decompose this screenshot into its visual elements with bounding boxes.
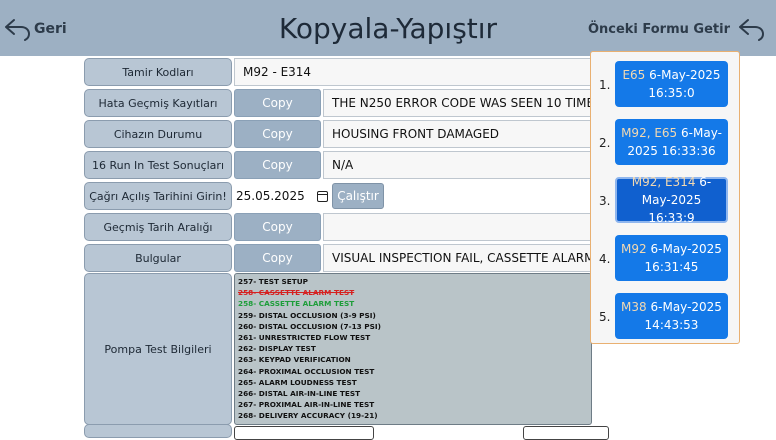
pump-test-item: 262- DISPLAY TEST — [238, 344, 316, 354]
previous-form-time: 16:33:9 — [648, 211, 695, 225]
pump-test-item: 267- PROXIMAL AIR-IN-LINE TEST — [238, 400, 375, 410]
pump-test-label: Pompa Test Bilgileri — [84, 273, 232, 425]
previous-form-date: 6-May-2025 — [650, 242, 722, 256]
previous-form-button[interactable]: M92, E65 6-May-2025 16:33:36 — [615, 119, 728, 165]
previous-form-time: 14:43:53 — [644, 318, 699, 332]
previous-form-label: Önceki Formu Getir — [587, 21, 730, 37]
findings-label: Bulgular — [84, 244, 232, 272]
previous-form-number: 2. — [599, 136, 611, 150]
call-date-input[interactable]: 25.05.2025 — [234, 182, 330, 210]
previous-form-item: 5. M38 6-May-2025 14:43:53 — [591, 293, 741, 341]
previous-form-text: M38 6-May-2025 14:43:53 — [619, 298, 724, 334]
previous-form-text: M92, E65 6-May-2025 16:33:36 — [619, 124, 724, 160]
previous-form-codes: M92 — [621, 242, 647, 256]
findings-copy-button[interactable]: Copy — [234, 244, 321, 272]
previous-form-item: 2. M92, E65 6-May-2025 16:33:36 — [591, 119, 741, 167]
header-bar: Geri Kopyala-Yapıştır Önceki Formu Getir — [0, 0, 776, 56]
repair-codes-label: Tamir Kodları — [84, 58, 232, 86]
previous-form-number: 5. — [599, 310, 611, 324]
previous-form-time: 16:31:45 — [644, 260, 699, 274]
previous-form-codes: E65 — [622, 68, 646, 82]
date-range-copy-button[interactable]: Copy — [234, 213, 321, 241]
pump-test-item: 260- DISTAL OCCLUSION (7-13 PSI) — [238, 321, 381, 331]
previous-form-text: M92 6-May-2025 16:31:45 — [619, 240, 724, 276]
previous-form-text: M92, E314 6-May-2025 16:33:9 — [621, 173, 722, 227]
run-in-test-copy-button[interactable]: Copy — [234, 151, 321, 179]
next-row-select[interactable] — [523, 426, 609, 440]
previous-form-number: 1. — [599, 78, 611, 92]
previous-form-number: 4. — [599, 252, 611, 266]
pump-test-item: 268- DELIVERY ACCURACY (19-21) — [238, 411, 378, 421]
previous-forms-panel: 1. E65 6-May-2025 16:35:0 2. M92, E65 6-May… — [590, 51, 740, 344]
previous-form-time: 16:33:36 — [661, 144, 716, 158]
device-status-copy-button[interactable]: Copy — [234, 120, 321, 148]
previous-form-item: 3. M92, E314 6-May-2025 16:33:9 — [591, 175, 741, 225]
run-in-test-label: 16 Run In Test Sonuçları — [84, 151, 232, 179]
previous-form-button[interactable]: M92, E314 6-May-2025 16:33:9 — [615, 175, 728, 225]
pump-test-item: 265- ALARM LOUDNESS TEST — [238, 377, 357, 387]
undo-arrow-icon — [739, 19, 764, 41]
run-button[interactable]: Çalıştır — [332, 183, 384, 209]
previous-form-button[interactable]: M38 6-May-2025 14:43:53 — [615, 293, 728, 339]
previous-form-button[interactable]: M92 6-May-2025 16:31:45 — [615, 235, 728, 281]
previous-form-item: 4. M92 6-May-2025 16:31:45 — [591, 235, 741, 283]
pump-test-item: 258- CASSETTE ALARM TEST — [238, 288, 355, 298]
previous-form-button[interactable]: E65 6-May-2025 16:35:0 — [615, 61, 728, 107]
call-date-value: 25.05.2025 — [236, 189, 305, 203]
previous-form-codes: M38 — [621, 300, 647, 314]
pump-test-item: 264- PROXIMAL OCCLUSION TEST — [238, 366, 375, 376]
pump-test-item: 263- KEYPAD VERIFICATION — [238, 355, 351, 365]
pump-test-item: 266- DISTAL AIR-IN-LINE TEST — [238, 389, 361, 399]
error-history-label: Hata Geçmiş Kayıtları — [84, 89, 232, 117]
previous-form-date: 6-May-2025 — [650, 300, 722, 314]
previous-form-date: 6-May-2025 — [649, 68, 721, 82]
next-row-input[interactable] — [234, 426, 374, 440]
previous-form-codes: M92, E314 — [631, 175, 696, 189]
pump-test-item: 257- TEST SETUP — [238, 277, 309, 286]
device-status-label: Cihazın Durumu — [84, 120, 232, 148]
previous-form-codes: M92, E65 — [621, 126, 678, 140]
previous-form-button[interactable]: Önceki Formu Getir — [588, 16, 766, 42]
call-date-label: Çağrı Açılış Tarihini Girin! — [84, 182, 232, 210]
previous-form-item: 1. E65 6-May-2025 16:35:0 — [591, 61, 741, 109]
calendar-icon[interactable] — [317, 190, 328, 202]
previous-form-number: 3. — [599, 194, 611, 208]
pump-test-item: 258- CASSETTE ALARM TEST — [238, 299, 355, 309]
previous-form-text: E65 6-May-2025 16:35:0 — [619, 66, 724, 102]
pump-test-list[interactable]: 257- TEST SETUP 258- CASSETTE ALARM TEST 2… — [234, 273, 592, 425]
previous-form-time: 16:35:0 — [648, 86, 695, 100]
error-history-copy-button[interactable]: Copy — [234, 89, 321, 117]
pump-test-item: 259- DISTAL OCCLUSION (3-9 PSI) — [238, 310, 376, 320]
date-range-label: Geçmiş Tarih Aralığı — [84, 213, 232, 241]
pump-test-item: 261- UNRESTRICTED FLOW TEST — [238, 333, 371, 343]
